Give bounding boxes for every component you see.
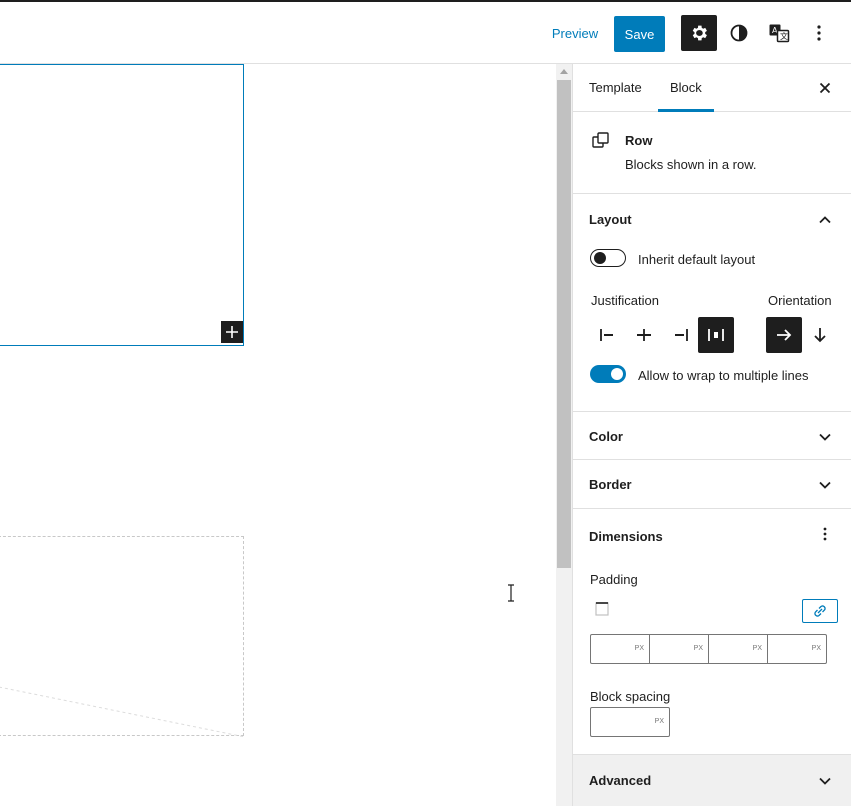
block-appender-button[interactable]: [221, 321, 243, 343]
editor-header: Preview Save A 文: [0, 0, 851, 64]
styles-button[interactable]: [721, 15, 757, 51]
toggle-knob: [611, 368, 623, 380]
justification-label: Justification: [591, 293, 659, 308]
inherit-layout-toggle[interactable]: [590, 249, 626, 267]
layout-panel-header[interactable]: Layout: [573, 195, 851, 244]
selected-row-block[interactable]: [0, 64, 244, 346]
chevron-down-icon[interactable]: [817, 429, 833, 445]
more-vertical-icon: [817, 25, 821, 41]
link-icon: [814, 605, 826, 617]
translate-icon: A 文: [769, 24, 790, 43]
more-vertical-icon: [823, 527, 827, 541]
padding-label: Padding: [590, 572, 638, 587]
chevron-down-icon[interactable]: [817, 477, 833, 493]
sidebar-tabs: Template Block: [573, 64, 851, 112]
advanced-panel-header[interactable]: Advanced: [573, 754, 851, 806]
translate-button[interactable]: A 文: [761, 15, 797, 51]
scroll-up-arrow-icon[interactable]: [559, 67, 569, 75]
color-panel-header[interactable]: Color: [573, 411, 851, 460]
padding-bottom-field: PX: [709, 635, 768, 663]
placeholder-block[interactable]: [0, 536, 245, 737]
more-options-button[interactable]: [801, 15, 837, 51]
border-panel-header[interactable]: Border: [573, 460, 851, 509]
editor-window: Preview Save A 文 Template Block Row Bloc…: [0, 0, 851, 806]
advanced-panel-title: Advanced: [589, 773, 652, 788]
svg-text:文: 文: [780, 31, 788, 41]
padding-left-field: PX: [768, 635, 826, 663]
chevron-up-icon[interactable]: [817, 212, 833, 228]
plus-icon: [226, 326, 238, 338]
arrow-down-icon: [814, 328, 826, 343]
dimensions-panel-title: Dimensions: [589, 529, 663, 544]
block-spacing-field: PX: [590, 707, 670, 737]
padding-right-field: PX: [650, 635, 709, 663]
scrollbar-thumb[interactable]: [557, 80, 571, 568]
preview-button[interactable]: Preview: [545, 22, 605, 46]
settings-sidebar: Template Block Row Blocks shown in a row…: [572, 64, 851, 806]
justify-space-between-icon: [708, 329, 724, 341]
justify-left-icon: [600, 329, 613, 341]
padding-unit: PX: [811, 645, 821, 652]
padding-top-field: PX: [591, 635, 650, 663]
link-sides-button[interactable]: [802, 599, 838, 623]
orientation-label: Orientation: [768, 293, 832, 308]
inherit-layout-label: Inherit default layout: [638, 252, 756, 267]
justify-left-button[interactable]: [590, 317, 626, 353]
block-description: Blocks shown in a row.: [625, 157, 757, 172]
tab-block[interactable]: Block: [658, 64, 714, 112]
layout-panel-title: Layout: [589, 212, 632, 227]
arrow-right-icon: [777, 329, 792, 341]
block-name: Row: [625, 133, 653, 148]
border-panel-title: Border: [589, 477, 632, 492]
orientation-horizontal-button[interactable]: [766, 317, 802, 353]
close-sidebar-button[interactable]: [813, 76, 837, 100]
toggle-knob: [594, 252, 606, 264]
justify-center-icon: [637, 329, 651, 341]
block-spacing-label: Block spacing: [590, 689, 671, 704]
settings-icon: [692, 25, 707, 41]
row-block-icon: [592, 132, 609, 148]
chevron-down-icon[interactable]: [817, 773, 833, 789]
block-card: Row Blocks shown in a row.: [573, 112, 851, 194]
justify-center-button[interactable]: [626, 317, 662, 353]
placeholder-diagonal: [0, 686, 245, 737]
color-panel-title: Color: [589, 429, 623, 444]
text-cursor-icon: [508, 584, 514, 602]
block-spacing-unit: PX: [654, 718, 664, 725]
padding-inputs: PX PX PX PX: [590, 634, 827, 664]
orientation-vertical-button[interactable]: [802, 317, 838, 353]
padding-unit: PX: [752, 645, 762, 652]
padding-unit: PX: [634, 645, 644, 652]
box-sides-icon: [595, 602, 609, 616]
save-button[interactable]: Save: [614, 16, 665, 52]
wrap-lines-toggle[interactable]: [590, 365, 626, 383]
justify-right-button[interactable]: [662, 317, 698, 353]
close-icon: [819, 82, 831, 94]
settings-button[interactable]: [681, 15, 717, 51]
wrap-lines-label: Allow to wrap to multiple lines: [638, 368, 809, 383]
justify-space-between-button[interactable]: [698, 317, 734, 353]
styles-contrast-icon: [730, 24, 748, 42]
padding-unit: PX: [693, 645, 703, 652]
dimensions-options-button[interactable]: [815, 524, 835, 544]
editor-canvas[interactable]: [0, 64, 556, 806]
justify-right-icon: [675, 329, 688, 341]
tab-template[interactable]: Template: [577, 64, 654, 112]
